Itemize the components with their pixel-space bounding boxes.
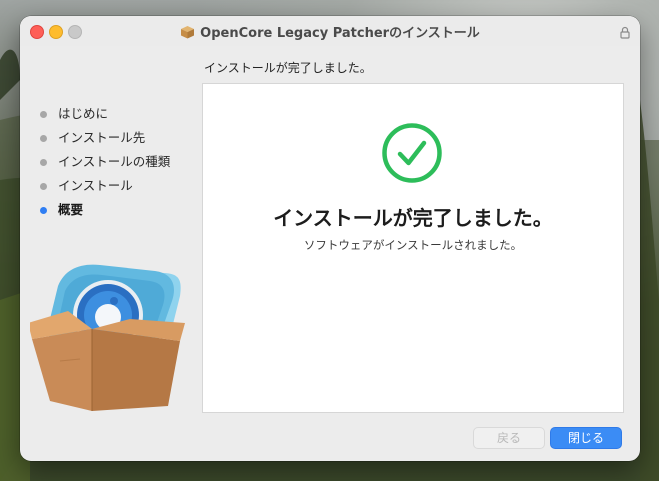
step-indicator-dot [40,159,47,166]
window-title: OpenCore Legacy Patcherのインストール [200,26,480,41]
pane-subtitle: インストールが完了しました。 [204,61,372,75]
installer-window: OpenCore Legacy Patcherのインストール インストールが完了… [20,16,640,461]
back-button[interactable]: 戻る [473,427,545,449]
step-indicator-dot [40,183,47,190]
step-indicator-dot-active [40,207,47,214]
step-indicator-dot [40,111,47,118]
window-title-group: OpenCore Legacy Patcherのインストール [20,22,640,43]
step-label: インストール先 [58,130,146,145]
completion-heading: インストールが完了しました。 [273,206,553,230]
summary-panel: インストールが完了しました。 ソフトウェアがインストールされました。 [202,83,624,413]
step-label: インストールの種類 [58,154,171,169]
installer-box-icon [28,251,190,420]
lock-icon [620,24,630,43]
installer-steps: はじめに インストール先 インストールの種類 インストール 概要 [38,102,170,222]
step-indicator-dot [40,135,47,142]
step-installation: インストール [38,174,170,198]
step-label: インストール [58,178,133,193]
step-installation-type: インストールの種類 [38,150,170,174]
step-introduction: はじめに [38,102,170,126]
close-button[interactable]: 閉じる [550,427,622,449]
checkmark-circle-icon [381,122,443,188]
step-label: 概要 [58,202,84,217]
step-summary: 概要 [38,198,170,222]
title-bar: OpenCore Legacy Patcherのインストール [20,16,640,46]
step-label: はじめに [58,106,109,121]
package-icon [180,25,195,43]
completion-message: ソフトウェアがインストールされました。 [303,238,523,252]
step-destination: インストール先 [38,126,170,150]
